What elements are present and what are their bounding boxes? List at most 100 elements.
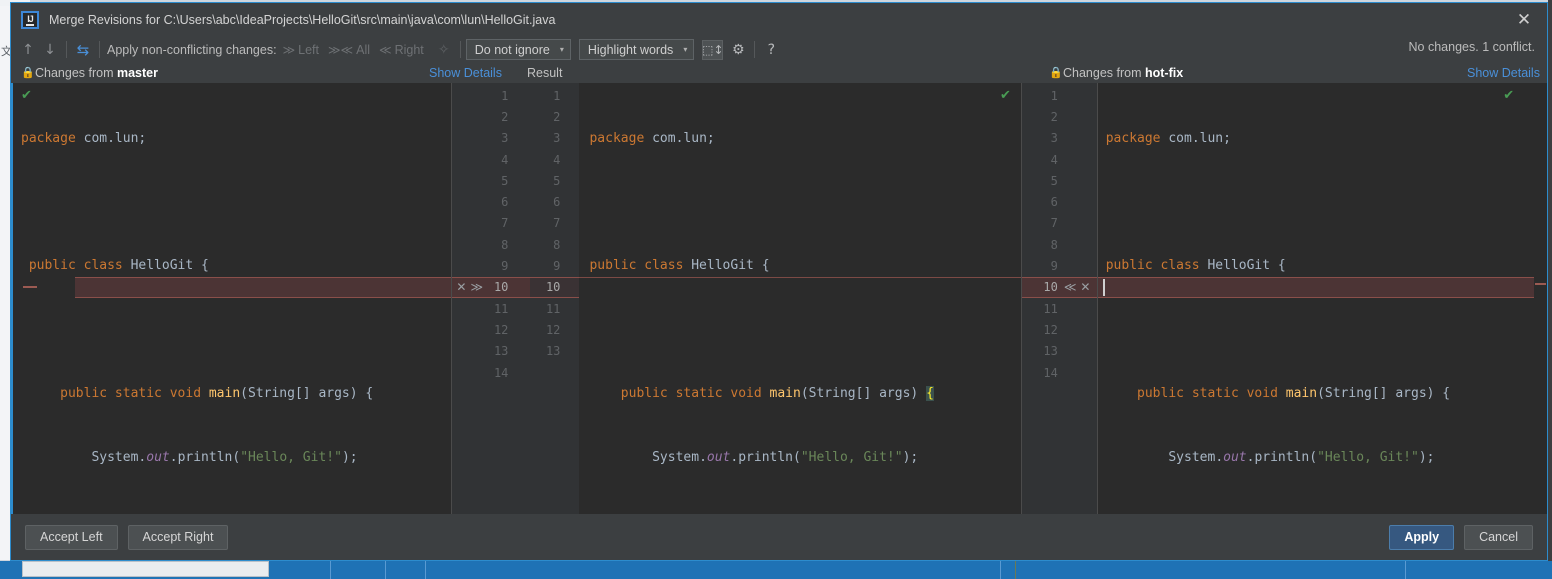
left-code: package com.lun; public class HelloGit {… — [11, 83, 451, 514]
apply-right-label: Right — [394, 42, 424, 57]
right-result-gutter[interactable]: 1 2 3 4 5 6 7 8 9 10 11 12 13 14 ≪ ✕ — [1021, 83, 1097, 514]
gutter-row: 44 — [452, 149, 578, 170]
result-line-number: 6 — [553, 195, 561, 210]
right-line-number: 10 — [1043, 280, 1058, 295]
left-editor-pane[interactable]: ✔ package com.lun; public class HelloGit… — [11, 83, 452, 514]
collapse-unchanged-fragments-icon[interactable]: ⬚↕ — [702, 39, 724, 60]
dialog-footer: Accept Left Accept Right Apply Cancel — [11, 514, 1547, 560]
apply-all-label: All — [356, 42, 371, 57]
result-line-number: 2 — [553, 109, 561, 124]
code-line: public static void main(String[] args) { — [60, 386, 374, 402]
right-line-number: 11 — [1043, 301, 1058, 316]
right-conflict-actions[interactable]: ≪ ✕ — [1064, 277, 1091, 298]
right-line-number: 9 — [1050, 259, 1058, 274]
right-branch-name: hot-fix — [1144, 66, 1184, 80]
code-line: System.out.println("Hello, Git!"); — [652, 450, 919, 466]
editors-container: ✔ package com.lun; public class HelloGit… — [11, 83, 1547, 514]
chevron-down-icon: ▾ — [559, 45, 564, 54]
code-line: package com.lun; — [589, 130, 715, 146]
apply-non-conflicting-label: Apply non-conflicting changes: — [107, 42, 277, 57]
accept-right-button[interactable]: Accept Right — [127, 524, 229, 550]
accept-left-button[interactable]: Accept Left — [25, 524, 118, 550]
toolbar-divider — [99, 41, 100, 58]
gutter-row: 11 — [1022, 298, 1097, 319]
merge-revisions-dialog: IJ Merge Revisions for C:\Users\abc\Idea… — [10, 2, 1548, 561]
overview-scrollbar[interactable] — [1534, 83, 1547, 514]
code-line: public class HelloGit { — [28, 258, 209, 274]
highlight-policy-value: Highlight words — [587, 42, 674, 57]
result-label: Result — [527, 66, 563, 80]
result-line-number: 7 — [553, 216, 561, 231]
magic-resolve-icon[interactable]: ✧ — [433, 39, 455, 60]
code-line: public static void main(String[] args) { — [1137, 386, 1451, 402]
code-line: package com.lun; — [1105, 130, 1231, 146]
left-result-gutter[interactable]: ✕ ≫ 11 22 33 44 55 66 77 88 99 10 10 11 11… — [452, 83, 579, 514]
gutter-numbers-right: 1 2 3 4 5 6 7 8 9 10 11 12 13 14 — [1022, 85, 1097, 383]
left-line-number: 11 — [493, 301, 509, 316]
close-icon[interactable]: ✕ — [1501, 3, 1547, 36]
right-line-number: 13 — [1043, 344, 1058, 359]
result-line-number: 12 — [545, 322, 561, 337]
right-pane-header: 🔒 Changes from hot-fix — [1049, 66, 1183, 80]
gutter-row: 7 — [1022, 213, 1097, 234]
gutter-row: 5 — [1022, 170, 1097, 191]
right-editor-pane[interactable]: ✔ package com.lun; public class HelloGit… — [1097, 83, 1535, 514]
left-line-number: 14 — [493, 365, 509, 380]
left-line-number: 7 — [501, 216, 509, 231]
left-line-number: 12 — [493, 322, 509, 337]
ignore-policy-select[interactable]: Do not ignore ▾ — [465, 39, 571, 60]
right-line-number: 8 — [1050, 237, 1058, 252]
right-line-number: 1 — [1050, 88, 1058, 103]
gutter-row: 12 12 — [452, 319, 578, 340]
apply-right-button[interactable]: ≪ Right — [379, 43, 424, 57]
apply-all-non-conflicting-icon[interactable]: ⇆ — [72, 39, 94, 60]
show-details-left-link[interactable]: Show Details — [429, 66, 502, 80]
gutter-row: 99 — [452, 255, 578, 276]
apply-left-button[interactable]: ≫ Left — [283, 43, 319, 57]
apply-left-icon: ≫ — [282, 42, 296, 57]
right-code: package com.lun; public class HelloGit {… — [1098, 83, 1534, 514]
left-branch-name: master — [116, 66, 158, 80]
left-header-label: Changes from master — [35, 66, 158, 80]
right-header-label: Changes from hot-fix — [1063, 66, 1184, 80]
ignore-policy-value: Do not ignore — [474, 42, 550, 57]
accept-change-icon[interactable]: ≪ — [1064, 280, 1077, 294]
taskbar-divider — [1015, 561, 1016, 579]
taskbar-divider — [1000, 561, 1001, 579]
taskbar-divider — [425, 561, 426, 579]
gutter-row: 1 — [1022, 85, 1097, 106]
left-line-number: 4 — [501, 152, 509, 167]
gear-icon[interactable]: ⚙ — [727, 39, 749, 60]
show-details-right-link[interactable]: Show Details — [1467, 66, 1540, 80]
right-line-number: 4 — [1050, 152, 1058, 167]
next-difference-icon[interactable]: ↓ — [39, 39, 61, 60]
cancel-button[interactable]: Cancel — [1464, 524, 1533, 550]
help-icon[interactable]: ? — [760, 39, 782, 60]
previous-difference-icon[interactable]: ↑ — [17, 39, 39, 60]
apply-button[interactable]: Apply — [1389, 524, 1455, 550]
left-line-number: 2 — [501, 109, 509, 124]
gutter-row: 9 — [1022, 255, 1097, 276]
left-line-number: 5 — [501, 173, 509, 188]
toolbar-divider — [754, 41, 756, 58]
result-line-number: 9 — [553, 259, 561, 274]
gutter-row: 11 — [452, 85, 578, 106]
gutter-row: 2 — [1022, 106, 1097, 127]
gutter-row: 88 — [452, 234, 578, 255]
result-line-number: 1 — [553, 88, 561, 103]
right-line-number: 3 — [1050, 131, 1058, 146]
apply-all-button[interactable]: ≫≪ All — [328, 43, 370, 57]
reject-change-icon[interactable]: ✕ — [1080, 280, 1090, 294]
gutter-numbers: 11 22 33 44 55 66 77 88 99 10 10 11 11 12 1… — [452, 85, 578, 383]
left-line-number: 6 — [501, 195, 509, 210]
right-line-number: 2 — [1050, 109, 1058, 124]
background-right-strip — [1548, 0, 1552, 561]
apply-left-label: Left — [298, 42, 319, 57]
highlight-policy-select[interactable]: Highlight words ▾ — [578, 39, 695, 60]
result-editor-pane[interactable]: ✔ package com.lun; public class HelloGit… — [579, 83, 1021, 514]
gutter-row: 14 — [1022, 362, 1097, 383]
